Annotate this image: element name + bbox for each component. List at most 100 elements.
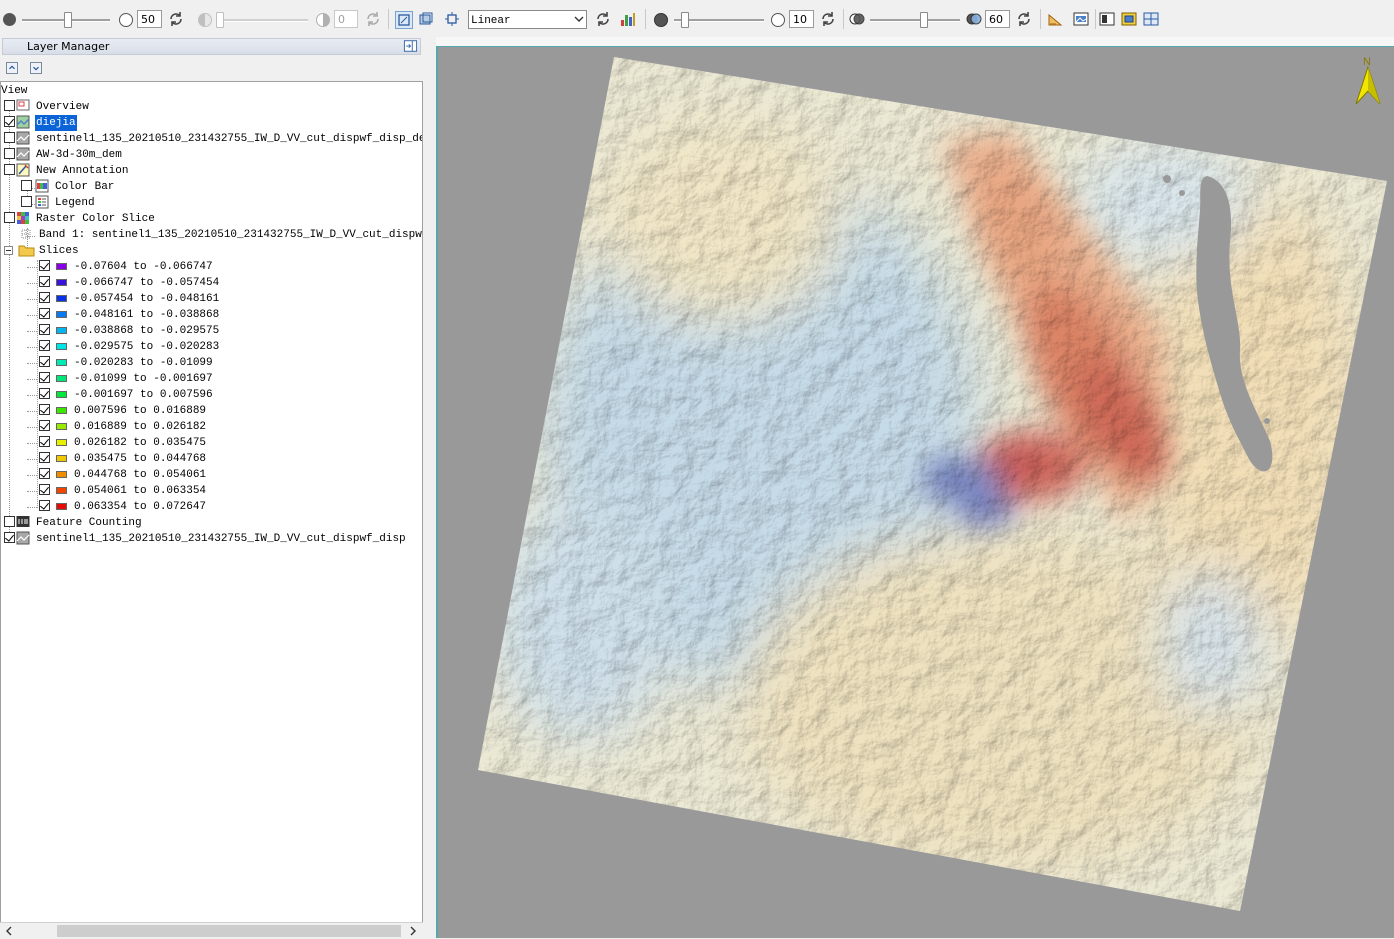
- slice-item[interactable]: -0.029575 to -0.020283: [1, 339, 421, 355]
- slice-label: -0.066747 to -0.057454: [74, 277, 220, 289]
- layer-raster-color-slice[interactable]: Raster Color Slice: [1, 211, 421, 227]
- image-view[interactable]: N: [436, 46, 1394, 938]
- contrast-slider[interactable]: [216, 19, 308, 22]
- transparency-value-field[interactable]: 60: [985, 10, 1010, 28]
- layer-visibility-checkbox[interactable]: [4, 516, 15, 527]
- move-layer-down-icon[interactable]: [30, 62, 42, 74]
- layer-label: AW-3d-30m_dem: [36, 149, 122, 161]
- layer-visibility-checkbox[interactable]: [4, 532, 15, 543]
- slices-folder[interactable]: Slices: [1, 243, 421, 259]
- slice-visibility-checkbox[interactable]: [39, 372, 50, 383]
- tree-connector: [27, 267, 37, 268]
- layer-visibility-checkbox[interactable]: [4, 116, 15, 127]
- slice-visibility-checkbox[interactable]: [39, 420, 50, 431]
- slice-item[interactable]: -0.057454 to -0.048161: [1, 291, 421, 307]
- layer-new-annotation[interactable]: New Annotation: [1, 163, 421, 179]
- contrast-slider-thumb[interactable]: [216, 12, 224, 28]
- stretch-data-icon[interactable]: [418, 11, 434, 27]
- refresh-icon[interactable]: [820, 11, 836, 27]
- slice-item[interactable]: 0.026182 to 0.035475: [1, 435, 421, 451]
- brightness-value-field[interactable]: 50: [137, 10, 162, 28]
- annotation-legend[interactable]: Legend: [1, 195, 421, 211]
- layer-feature-counting[interactable]: Feature Counting: [1, 515, 421, 531]
- layer-visibility-checkbox[interactable]: [4, 100, 15, 111]
- slice-visibility-checkbox[interactable]: [39, 484, 50, 495]
- slice-item[interactable]: 0.016889 to 0.026182: [1, 419, 421, 435]
- slice-visibility-checkbox[interactable]: [39, 468, 50, 479]
- slice-item[interactable]: -0.066747 to -0.057454: [1, 275, 421, 291]
- histogram-icon[interactable]: [620, 11, 636, 27]
- slice-visibility-checkbox[interactable]: [39, 500, 50, 511]
- slice-visibility-checkbox[interactable]: [39, 324, 50, 335]
- slice-item[interactable]: 0.063354 to 0.072647: [1, 499, 421, 515]
- slice-item[interactable]: -0.020283 to -0.01099: [1, 355, 421, 371]
- slice-visibility-checkbox[interactable]: [39, 292, 50, 303]
- slice-color-swatch: [56, 503, 67, 510]
- layer-visibility-checkbox[interactable]: [21, 180, 32, 191]
- tree-connector: [27, 475, 37, 476]
- sharpen-high-icon: [771, 13, 785, 27]
- slice-visibility-checkbox[interactable]: [39, 276, 50, 287]
- move-layer-up-icon[interactable]: [6, 62, 18, 74]
- dock-panel-icon[interactable]: [403, 39, 418, 53]
- scroll-left-icon[interactable]: [4, 926, 14, 936]
- layer-visibility-checkbox[interactable]: [4, 164, 15, 175]
- slice-color-swatch: [56, 279, 67, 286]
- sharpen-slider-thumb[interactable]: [681, 12, 689, 28]
- view-single-icon[interactable]: [1099, 11, 1115, 27]
- sharpen-value-field[interactable]: 10: [789, 10, 814, 28]
- stretch-full-icon[interactable]: [395, 11, 413, 29]
- displacement-map-image[interactable]: [438, 47, 1394, 938]
- slice-visibility-checkbox[interactable]: [39, 452, 50, 463]
- transparency-slider[interactable]: [870, 19, 960, 22]
- slice-item[interactable]: 0.007596 to 0.016889: [1, 403, 421, 419]
- layer-aw3d[interactable]: AW-3d-30m_dem: [1, 147, 421, 163]
- view-overlay-icon[interactable]: [1121, 11, 1137, 27]
- slice-visibility-checkbox[interactable]: [39, 436, 50, 447]
- slice-visibility-checkbox[interactable]: [39, 388, 50, 399]
- brightness-slider-thumb[interactable]: [64, 12, 72, 28]
- slice-visibility-checkbox[interactable]: [39, 260, 50, 271]
- layer-visibility-checkbox[interactable]: [4, 212, 15, 223]
- layer-visibility-checkbox[interactable]: [21, 196, 32, 207]
- tree-connector: [27, 331, 37, 332]
- layer-dem[interactable]: sentinel1_135_20210510_231432755_IW_D_VV…: [1, 131, 422, 147]
- slice-item[interactable]: -0.01099 to -0.001697: [1, 371, 421, 387]
- annotation-color-bar[interactable]: Color Bar: [1, 179, 421, 195]
- scroll-thumb[interactable]: [57, 925, 401, 937]
- layer-visibility-checkbox[interactable]: [4, 148, 15, 159]
- slice-item[interactable]: -0.048161 to -0.038868: [1, 307, 421, 323]
- stretch-scroll-icon[interactable]: [444, 11, 460, 27]
- slice-item[interactable]: -0.001697 to 0.007596: [1, 387, 421, 403]
- layer-visibility-checkbox[interactable]: [4, 132, 15, 143]
- refresh-icon[interactable]: [1016, 11, 1032, 27]
- scroll-right-icon[interactable]: [408, 926, 418, 936]
- slice-item[interactable]: 0.044768 to 0.054061: [1, 467, 421, 483]
- image-info-icon[interactable]: [1073, 11, 1089, 27]
- slice-visibility-checkbox[interactable]: [39, 404, 50, 415]
- contrast-value-field[interactable]: 0: [334, 10, 358, 28]
- layer-overview[interactable]: Overview: [1, 99, 421, 115]
- slice-item[interactable]: -0.038868 to -0.029575: [1, 323, 421, 339]
- refresh-icon[interactable]: [595, 11, 611, 27]
- slice-visibility-checkbox[interactable]: [39, 356, 50, 367]
- layer-diejia[interactable]: diejia: [1, 115, 421, 131]
- slice-visibility-checkbox[interactable]: [39, 340, 50, 351]
- view-split-icon[interactable]: [1143, 11, 1159, 27]
- refresh-icon[interactable]: [168, 11, 184, 27]
- layer-disp[interactable]: sentinel1_135_20210510_231432755_IW_D_VV…: [1, 531, 421, 547]
- slice-visibility-checkbox[interactable]: [39, 308, 50, 319]
- horizontal-scrollbar[interactable]: [0, 922, 423, 939]
- slice-item[interactable]: 0.035475 to 0.044768: [1, 451, 421, 467]
- measure-icon[interactable]: [1047, 11, 1063, 27]
- tree-connector: [27, 379, 37, 380]
- tree-connector: [27, 347, 37, 348]
- transparency-slider-thumb[interactable]: [920, 12, 928, 28]
- slice-item[interactable]: -0.07604 to -0.066747: [1, 259, 421, 275]
- refresh-icon[interactable]: [365, 11, 381, 27]
- collapse-toggle[interactable]: [4, 246, 13, 255]
- slice-item[interactable]: 0.054061 to 0.063354: [1, 483, 421, 499]
- panel-splitter[interactable]: [424, 38, 436, 938]
- band-source-item[interactable]: Band 1: sentinel1_135_20210510_231432755…: [1, 227, 422, 243]
- stretch-type-select[interactable]: Linear: [468, 10, 587, 29]
